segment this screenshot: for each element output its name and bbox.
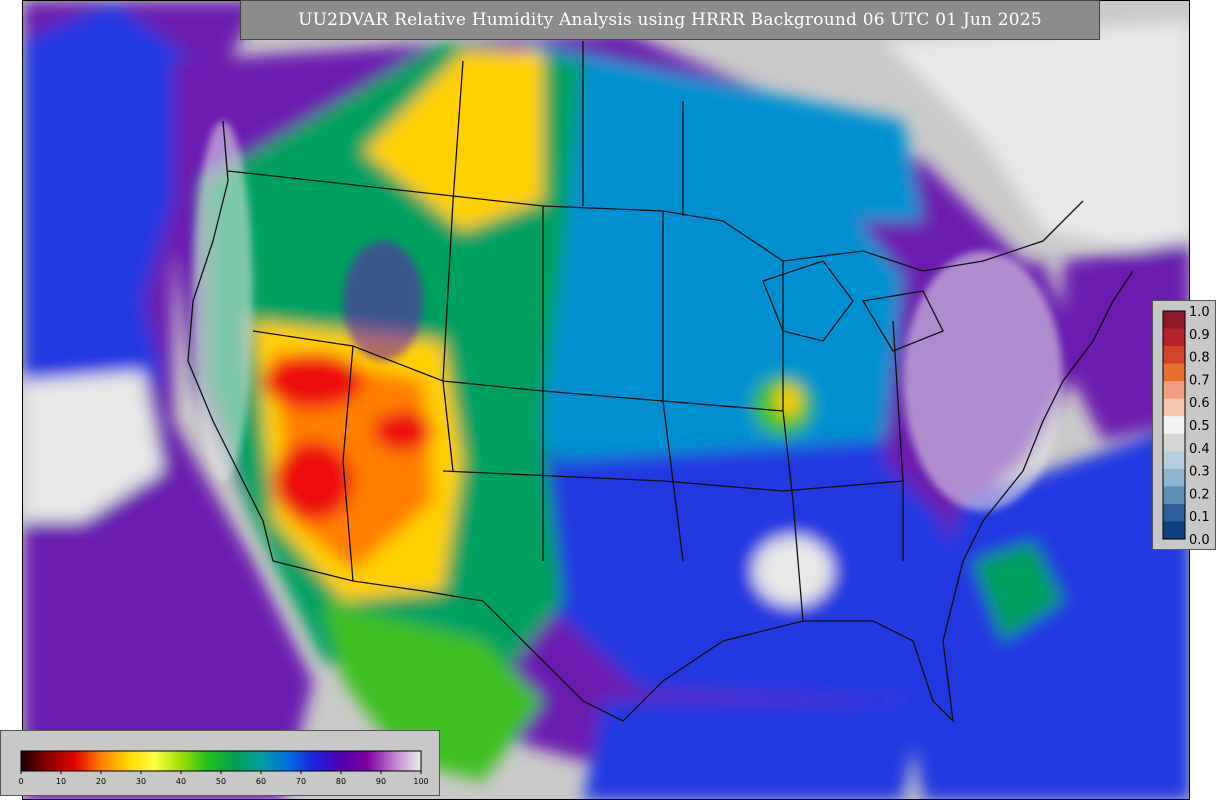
vertical-colorbar-swatch	[1163, 521, 1185, 540]
west-coast-station-cluster	[193, 121, 253, 481]
east-station-cluster	[903, 251, 1063, 511]
arizona-very-arid-core	[273, 441, 353, 521]
vertical-colorbar-tick-label: 0.1	[1189, 510, 1210, 525]
horizontal-colorbar-tick-label: 90	[376, 777, 386, 786]
horizontal-colorbar-graphic: 0 10 20 30 40 50 60 70 80 90 100	[18, 750, 429, 786]
humidity-map	[23, 1, 1189, 799]
vertical-colorbar-tick-label: 0.3	[1189, 465, 1210, 480]
vertical-colorbar-tick-label: 0.4	[1189, 442, 1210, 457]
utah-very-arid-core	[373, 411, 433, 451]
vertical-colorbar-swatch	[1163, 416, 1185, 435]
vertical-colorbar-tick-label: 0.6	[1189, 396, 1210, 411]
vertical-colorbar-tick-label: 0.8	[1189, 351, 1210, 366]
map-panel	[22, 0, 1190, 800]
horizontal-colorbar-tick-label: 70	[296, 777, 306, 786]
horizontal-colorbar-tick-label: 0	[18, 777, 23, 786]
vertical-colorbar-swatch	[1163, 503, 1185, 522]
vertical-colorbar-tick-label: 0.7	[1189, 373, 1210, 388]
vertical-colorbar-swatch	[1163, 381, 1185, 400]
horizontal-colorbar: 0 10 20 30 40 50 60 70 80 90 100	[0, 730, 440, 796]
illinois-drier-patch	[776, 385, 800, 417]
horizontal-colorbar-gradient	[20, 750, 422, 772]
vertical-colorbar-swatch	[1163, 328, 1185, 347]
horizontal-colorbar-tick-label: 50	[216, 777, 226, 786]
vertical-colorbar-swatch	[1163, 311, 1185, 330]
horizontal-colorbar-tick-label: 80	[336, 777, 346, 786]
horizontal-colorbar-tick-label: 60	[256, 777, 266, 786]
vertical-colorbar-swatch	[1163, 451, 1185, 470]
vertical-colorbar-swatch	[1163, 363, 1185, 382]
vertical-colorbar-swatch	[1163, 398, 1185, 417]
horizontal-colorbar-tick-label: 100	[413, 777, 428, 786]
vertical-colorbar-swatch	[1163, 486, 1185, 505]
vertical-colorbar-tick-label: 0.9	[1189, 328, 1210, 343]
vertical-colorbar-swatch	[1163, 346, 1185, 365]
rockies-station-cluster	[343, 241, 423, 361]
horizontal-colorbar-tick-label: 20	[96, 777, 106, 786]
vertical-colorbar-graphic: 1.0 0.9 0.8 0.7 0.6 0.5 0.4 0.3 0.2 0.1 0.0	[1162, 305, 1210, 548]
vertical-colorbar-tick-label: 0.2	[1189, 487, 1210, 502]
vertical-colorbar-tick-label: 0.5	[1189, 419, 1210, 434]
vertical-colorbar-tick-label: 0.0	[1189, 533, 1210, 548]
mississippi-saturated-patch	[753, 536, 833, 606]
vertical-colorbar: 1.0 0.9 0.8 0.7 0.6 0.5 0.4 0.3 0.2 0.1 0.0	[1152, 300, 1216, 550]
horizontal-colorbar-tick-label: 40	[176, 777, 186, 786]
gulf-humid-region	[583, 701, 923, 799]
vertical-colorbar-swatch	[1163, 433, 1185, 452]
map-title: UU2DVAR Relative Humidity Analysis using…	[240, 0, 1100, 40]
horizontal-colorbar-tick-label: 10	[56, 777, 66, 786]
vertical-colorbar-tick-label: 1.0	[1189, 305, 1210, 320]
vertical-colorbar-swatch	[1163, 468, 1185, 487]
horizontal-colorbar-tick-label: 30	[136, 777, 146, 786]
